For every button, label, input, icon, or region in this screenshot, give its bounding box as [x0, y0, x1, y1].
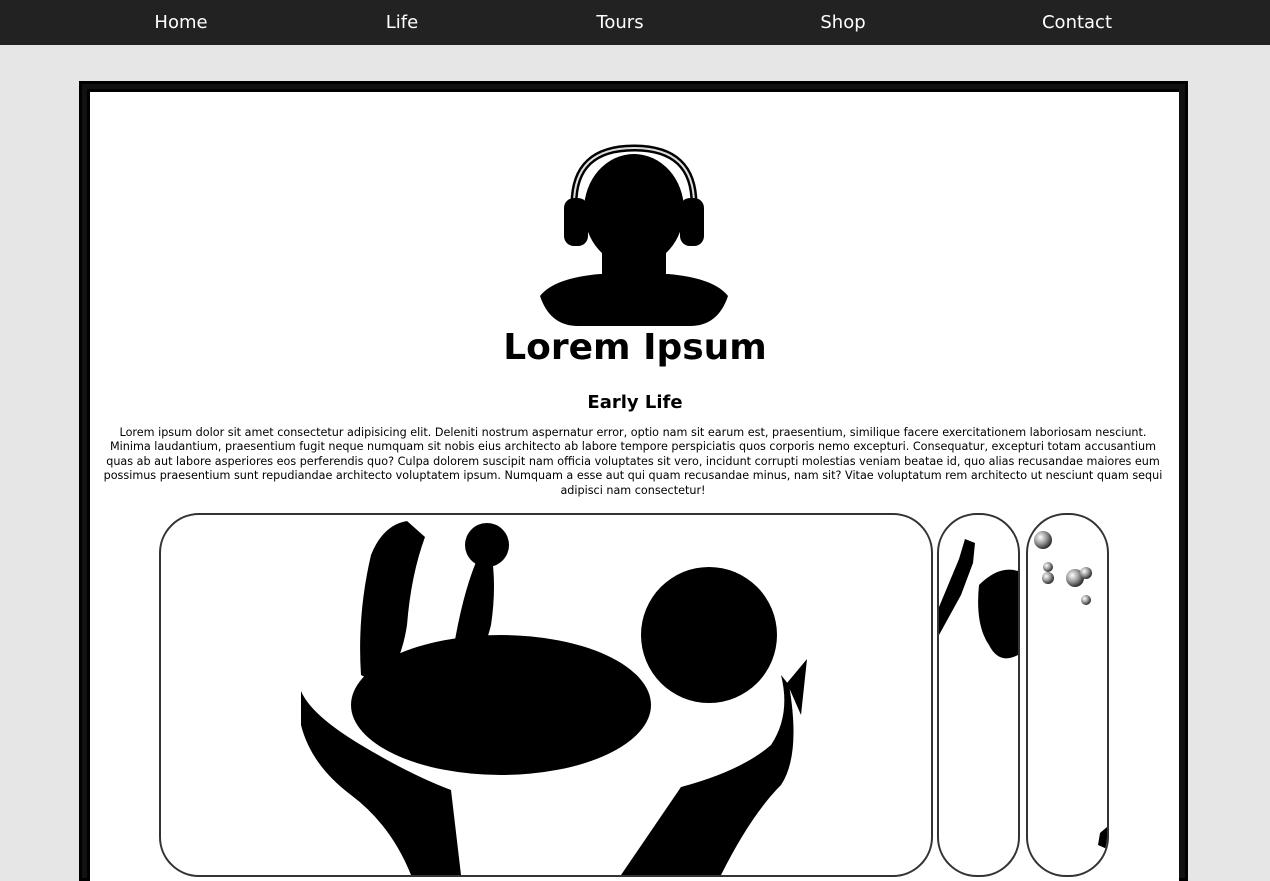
- gallery-main-image[interactable]: [159, 513, 933, 877]
- reaching-hands-icon: [939, 539, 1018, 659]
- headphones-person-icon: [540, 144, 728, 326]
- page-title: Lorem Ipsum: [503, 327, 767, 368]
- nav-contact-link[interactable]: Contact: [1042, 0, 1112, 45]
- baby-in-hands-icon: [301, 521, 807, 875]
- section-heading: Early Life: [587, 392, 683, 413]
- top-navbar: Home Life Tours Shop Contact: [0, 0, 1270, 45]
- nav-shop-link[interactable]: Shop: [820, 0, 865, 45]
- nav-life-link[interactable]: Life: [386, 0, 418, 45]
- gallery-thumb-hands[interactable]: [937, 513, 1020, 877]
- nav-home-link[interactable]: Home: [154, 0, 207, 45]
- gallery-thumb-bubbles[interactable]: [1026, 513, 1109, 877]
- bubbles-icon: [1034, 531, 1107, 849]
- section-paragraph: Lorem ipsum dolor sit amet consectetur a…: [103, 426, 1163, 497]
- nav-tours-link[interactable]: Tours: [596, 0, 643, 45]
